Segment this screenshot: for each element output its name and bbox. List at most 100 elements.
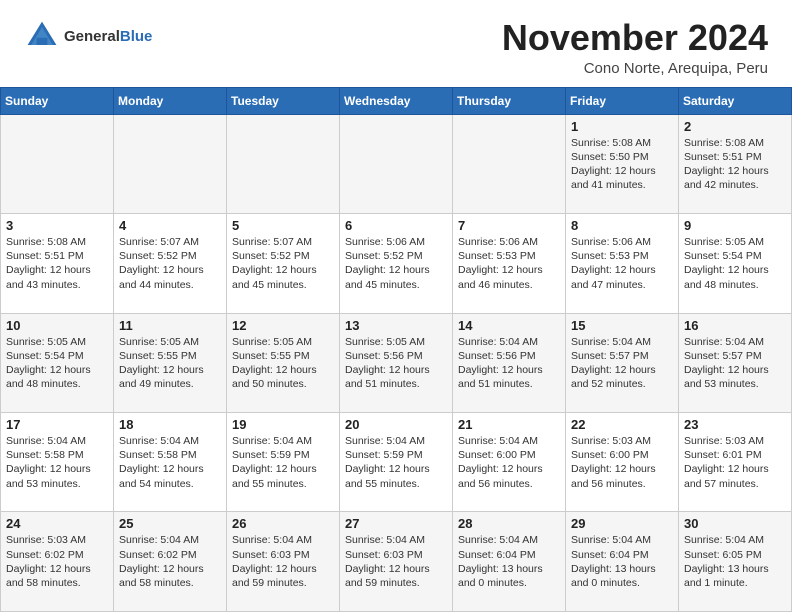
day-number: 2: [684, 119, 786, 134]
calendar-cell: 26 Sunrise: 5:04 AM Sunset: 6:03 PM Dayli…: [227, 512, 340, 612]
day-info: Sunrise: 5:08 AM Sunset: 5:51 PM Dayligh…: [684, 136, 786, 193]
day-info: Sunrise: 5:04 AM Sunset: 5:57 PM Dayligh…: [684, 335, 786, 392]
day-number: 21: [458, 417, 560, 432]
calendar-cell: 5 Sunrise: 5:07 AM Sunset: 5:52 PM Daylig…: [227, 214, 340, 313]
day-number: 23: [684, 417, 786, 432]
calendar-header: SundayMondayTuesdayWednesdayThursdayFrid…: [1, 87, 792, 114]
title-block: November 2024 Cono Norte, Arequipa, Peru: [502, 18, 768, 77]
logo-icon: [24, 18, 60, 54]
day-info: Sunrise: 5:03 AM Sunset: 6:00 PM Dayligh…: [571, 434, 673, 491]
day-number: 12: [232, 318, 334, 333]
day-info: Sunrise: 5:04 AM Sunset: 5:56 PM Dayligh…: [458, 335, 560, 392]
weekday-header-saturday: Saturday: [679, 87, 792, 114]
week-row: 3Sunrise: 5:08 AM Sunset: 5:51 PM Daylig…: [1, 214, 792, 313]
day-number: 10: [6, 318, 108, 333]
day-number: 17: [6, 417, 108, 432]
day-number: 19: [232, 417, 334, 432]
day-number: 20: [345, 417, 447, 432]
calendar-cell: 14 Sunrise: 5:04 AM Sunset: 5:56 PM Dayli…: [453, 313, 566, 412]
weekday-header-sunday: Sunday: [1, 87, 114, 114]
day-number: 6: [345, 218, 447, 233]
calendar-cell: 11Sunrise: 5:05 AM Sunset: 5:55 PM Dayli…: [114, 313, 227, 412]
page: GeneralBlue November 2024 Cono Norte, Ar…: [0, 0, 792, 612]
day-info: Sunrise: 5:04 AM Sunset: 5:59 PM Dayligh…: [232, 434, 334, 491]
calendar-cell: 12 Sunrise: 5:05 AM Sunset: 5:55 PM Dayli…: [227, 313, 340, 412]
calendar-cell: 7 Sunrise: 5:06 AM Sunset: 5:53 PM Daylig…: [453, 214, 566, 313]
day-info: Sunrise: 5:04 AM Sunset: 6:03 PM Dayligh…: [232, 533, 334, 590]
day-info: Sunrise: 5:04 AM Sunset: 6:05 PM Dayligh…: [684, 533, 786, 590]
day-info: Sunrise: 5:04 AM Sunset: 6:02 PM Dayligh…: [119, 533, 221, 590]
calendar-cell: 30 Sunrise: 5:04 AM Sunset: 6:05 PM Dayli…: [679, 512, 792, 612]
day-number: 22: [571, 417, 673, 432]
calendar-cell: [453, 114, 566, 213]
header: GeneralBlue November 2024 Cono Norte, Ar…: [0, 0, 792, 87]
calendar-cell: 24Sunrise: 5:03 AM Sunset: 6:02 PM Dayli…: [1, 512, 114, 612]
day-info: Sunrise: 5:07 AM Sunset: 5:52 PM Dayligh…: [232, 235, 334, 292]
calendar-table: SundayMondayTuesdayWednesdayThursdayFrid…: [0, 87, 792, 612]
calendar-cell: 18 Sunrise: 5:04 AM Sunset: 5:58 PM Dayli…: [114, 413, 227, 512]
calendar-cell: 27 Sunrise: 5:04 AM Sunset: 6:03 PM Dayli…: [340, 512, 453, 612]
weekday-header-wednesday: Wednesday: [340, 87, 453, 114]
day-number: 15: [571, 318, 673, 333]
calendar-cell: 4 Sunrise: 5:07 AM Sunset: 5:52 PM Daylig…: [114, 214, 227, 313]
day-info: Sunrise: 5:04 AM Sunset: 6:03 PM Dayligh…: [345, 533, 447, 590]
day-number: 4: [119, 218, 221, 233]
calendar-cell: 8Sunrise: 5:06 AM Sunset: 5:53 PM Daylig…: [566, 214, 679, 313]
day-info: Sunrise: 5:05 AM Sunset: 5:55 PM Dayligh…: [119, 335, 221, 392]
day-number: 16: [684, 318, 786, 333]
calendar-cell: 29Sunrise: 5:04 AM Sunset: 6:04 PM Dayli…: [566, 512, 679, 612]
calendar-cell: 10Sunrise: 5:05 AM Sunset: 5:54 PM Dayli…: [1, 313, 114, 412]
day-number: 25: [119, 516, 221, 531]
calendar-cell: 13Sunrise: 5:05 AM Sunset: 5:56 PM Dayli…: [340, 313, 453, 412]
calendar-cell: 3Sunrise: 5:08 AM Sunset: 5:51 PM Daylig…: [1, 214, 114, 313]
calendar-cell: [340, 114, 453, 213]
week-row: 24Sunrise: 5:03 AM Sunset: 6:02 PM Dayli…: [1, 512, 792, 612]
day-number: 9: [684, 218, 786, 233]
day-info: Sunrise: 5:04 AM Sunset: 6:00 PM Dayligh…: [458, 434, 560, 491]
calendar-cell: 6 Sunrise: 5:06 AM Sunset: 5:52 PM Daylig…: [340, 214, 453, 313]
weekday-header-monday: Monday: [114, 87, 227, 114]
calendar-cell: [1, 114, 114, 213]
day-info: Sunrise: 5:07 AM Sunset: 5:52 PM Dayligh…: [119, 235, 221, 292]
day-info: Sunrise: 5:05 AM Sunset: 5:56 PM Dayligh…: [345, 335, 447, 392]
day-number: 27: [345, 516, 447, 531]
day-info: Sunrise: 5:06 AM Sunset: 5:52 PM Dayligh…: [345, 235, 447, 292]
week-row: 10Sunrise: 5:05 AM Sunset: 5:54 PM Dayli…: [1, 313, 792, 412]
day-number: 26: [232, 516, 334, 531]
calendar-cell: 1Sunrise: 5:08 AM Sunset: 5:50 PM Daylig…: [566, 114, 679, 213]
day-info: Sunrise: 5:04 AM Sunset: 5:58 PM Dayligh…: [6, 434, 108, 491]
calendar-cell: 22 Sunrise: 5:03 AM Sunset: 6:00 PM Dayli…: [566, 413, 679, 512]
day-number: 18: [119, 417, 221, 432]
day-info: Sunrise: 5:05 AM Sunset: 5:55 PM Dayligh…: [232, 335, 334, 392]
day-info: Sunrise: 5:03 AM Sunset: 6:01 PM Dayligh…: [684, 434, 786, 491]
calendar-cell: 15 Sunrise: 5:04 AM Sunset: 5:57 PM Dayli…: [566, 313, 679, 412]
calendar-cell: 17 Sunrise: 5:04 AM Sunset: 5:58 PM Dayli…: [1, 413, 114, 512]
day-number: 30: [684, 516, 786, 531]
day-info: Sunrise: 5:03 AM Sunset: 6:02 PM Dayligh…: [6, 533, 108, 590]
weekday-header-thursday: Thursday: [453, 87, 566, 114]
calendar-cell: 9 Sunrise: 5:05 AM Sunset: 5:54 PM Daylig…: [679, 214, 792, 313]
week-row: 17 Sunrise: 5:04 AM Sunset: 5:58 PM Dayli…: [1, 413, 792, 512]
calendar-cell: 23 Sunrise: 5:03 AM Sunset: 6:01 PM Dayli…: [679, 413, 792, 512]
day-info: Sunrise: 5:04 AM Sunset: 5:59 PM Dayligh…: [345, 434, 447, 491]
calendar-cell: 19 Sunrise: 5:04 AM Sunset: 5:59 PM Dayli…: [227, 413, 340, 512]
day-info: Sunrise: 5:04 AM Sunset: 6:04 PM Dayligh…: [571, 533, 673, 590]
day-number: 3: [6, 218, 108, 233]
calendar-cell: 28 Sunrise: 5:04 AM Sunset: 6:04 PM Dayli…: [453, 512, 566, 612]
day-info: Sunrise: 5:04 AM Sunset: 5:57 PM Dayligh…: [571, 335, 673, 392]
day-number: 5: [232, 218, 334, 233]
calendar-body: 1Sunrise: 5:08 AM Sunset: 5:50 PM Daylig…: [1, 114, 792, 611]
day-number: 7: [458, 218, 560, 233]
day-info: Sunrise: 5:05 AM Sunset: 5:54 PM Dayligh…: [684, 235, 786, 292]
location: Cono Norte, Arequipa, Peru: [502, 60, 768, 77]
day-info: Sunrise: 5:06 AM Sunset: 5:53 PM Dayligh…: [458, 235, 560, 292]
calendar-cell: 21 Sunrise: 5:04 AM Sunset: 6:00 PM Dayli…: [453, 413, 566, 512]
day-info: Sunrise: 5:04 AM Sunset: 6:04 PM Dayligh…: [458, 533, 560, 590]
day-number: 14: [458, 318, 560, 333]
day-info: Sunrise: 5:04 AM Sunset: 5:58 PM Dayligh…: [119, 434, 221, 491]
day-number: 28: [458, 516, 560, 531]
calendar-cell: 2 Sunrise: 5:08 AM Sunset: 5:51 PM Daylig…: [679, 114, 792, 213]
day-info: Sunrise: 5:08 AM Sunset: 5:50 PM Dayligh…: [571, 136, 673, 193]
calendar-cell: 16 Sunrise: 5:04 AM Sunset: 5:57 PM Dayli…: [679, 313, 792, 412]
weekday-row: SundayMondayTuesdayWednesdayThursdayFrid…: [1, 87, 792, 114]
